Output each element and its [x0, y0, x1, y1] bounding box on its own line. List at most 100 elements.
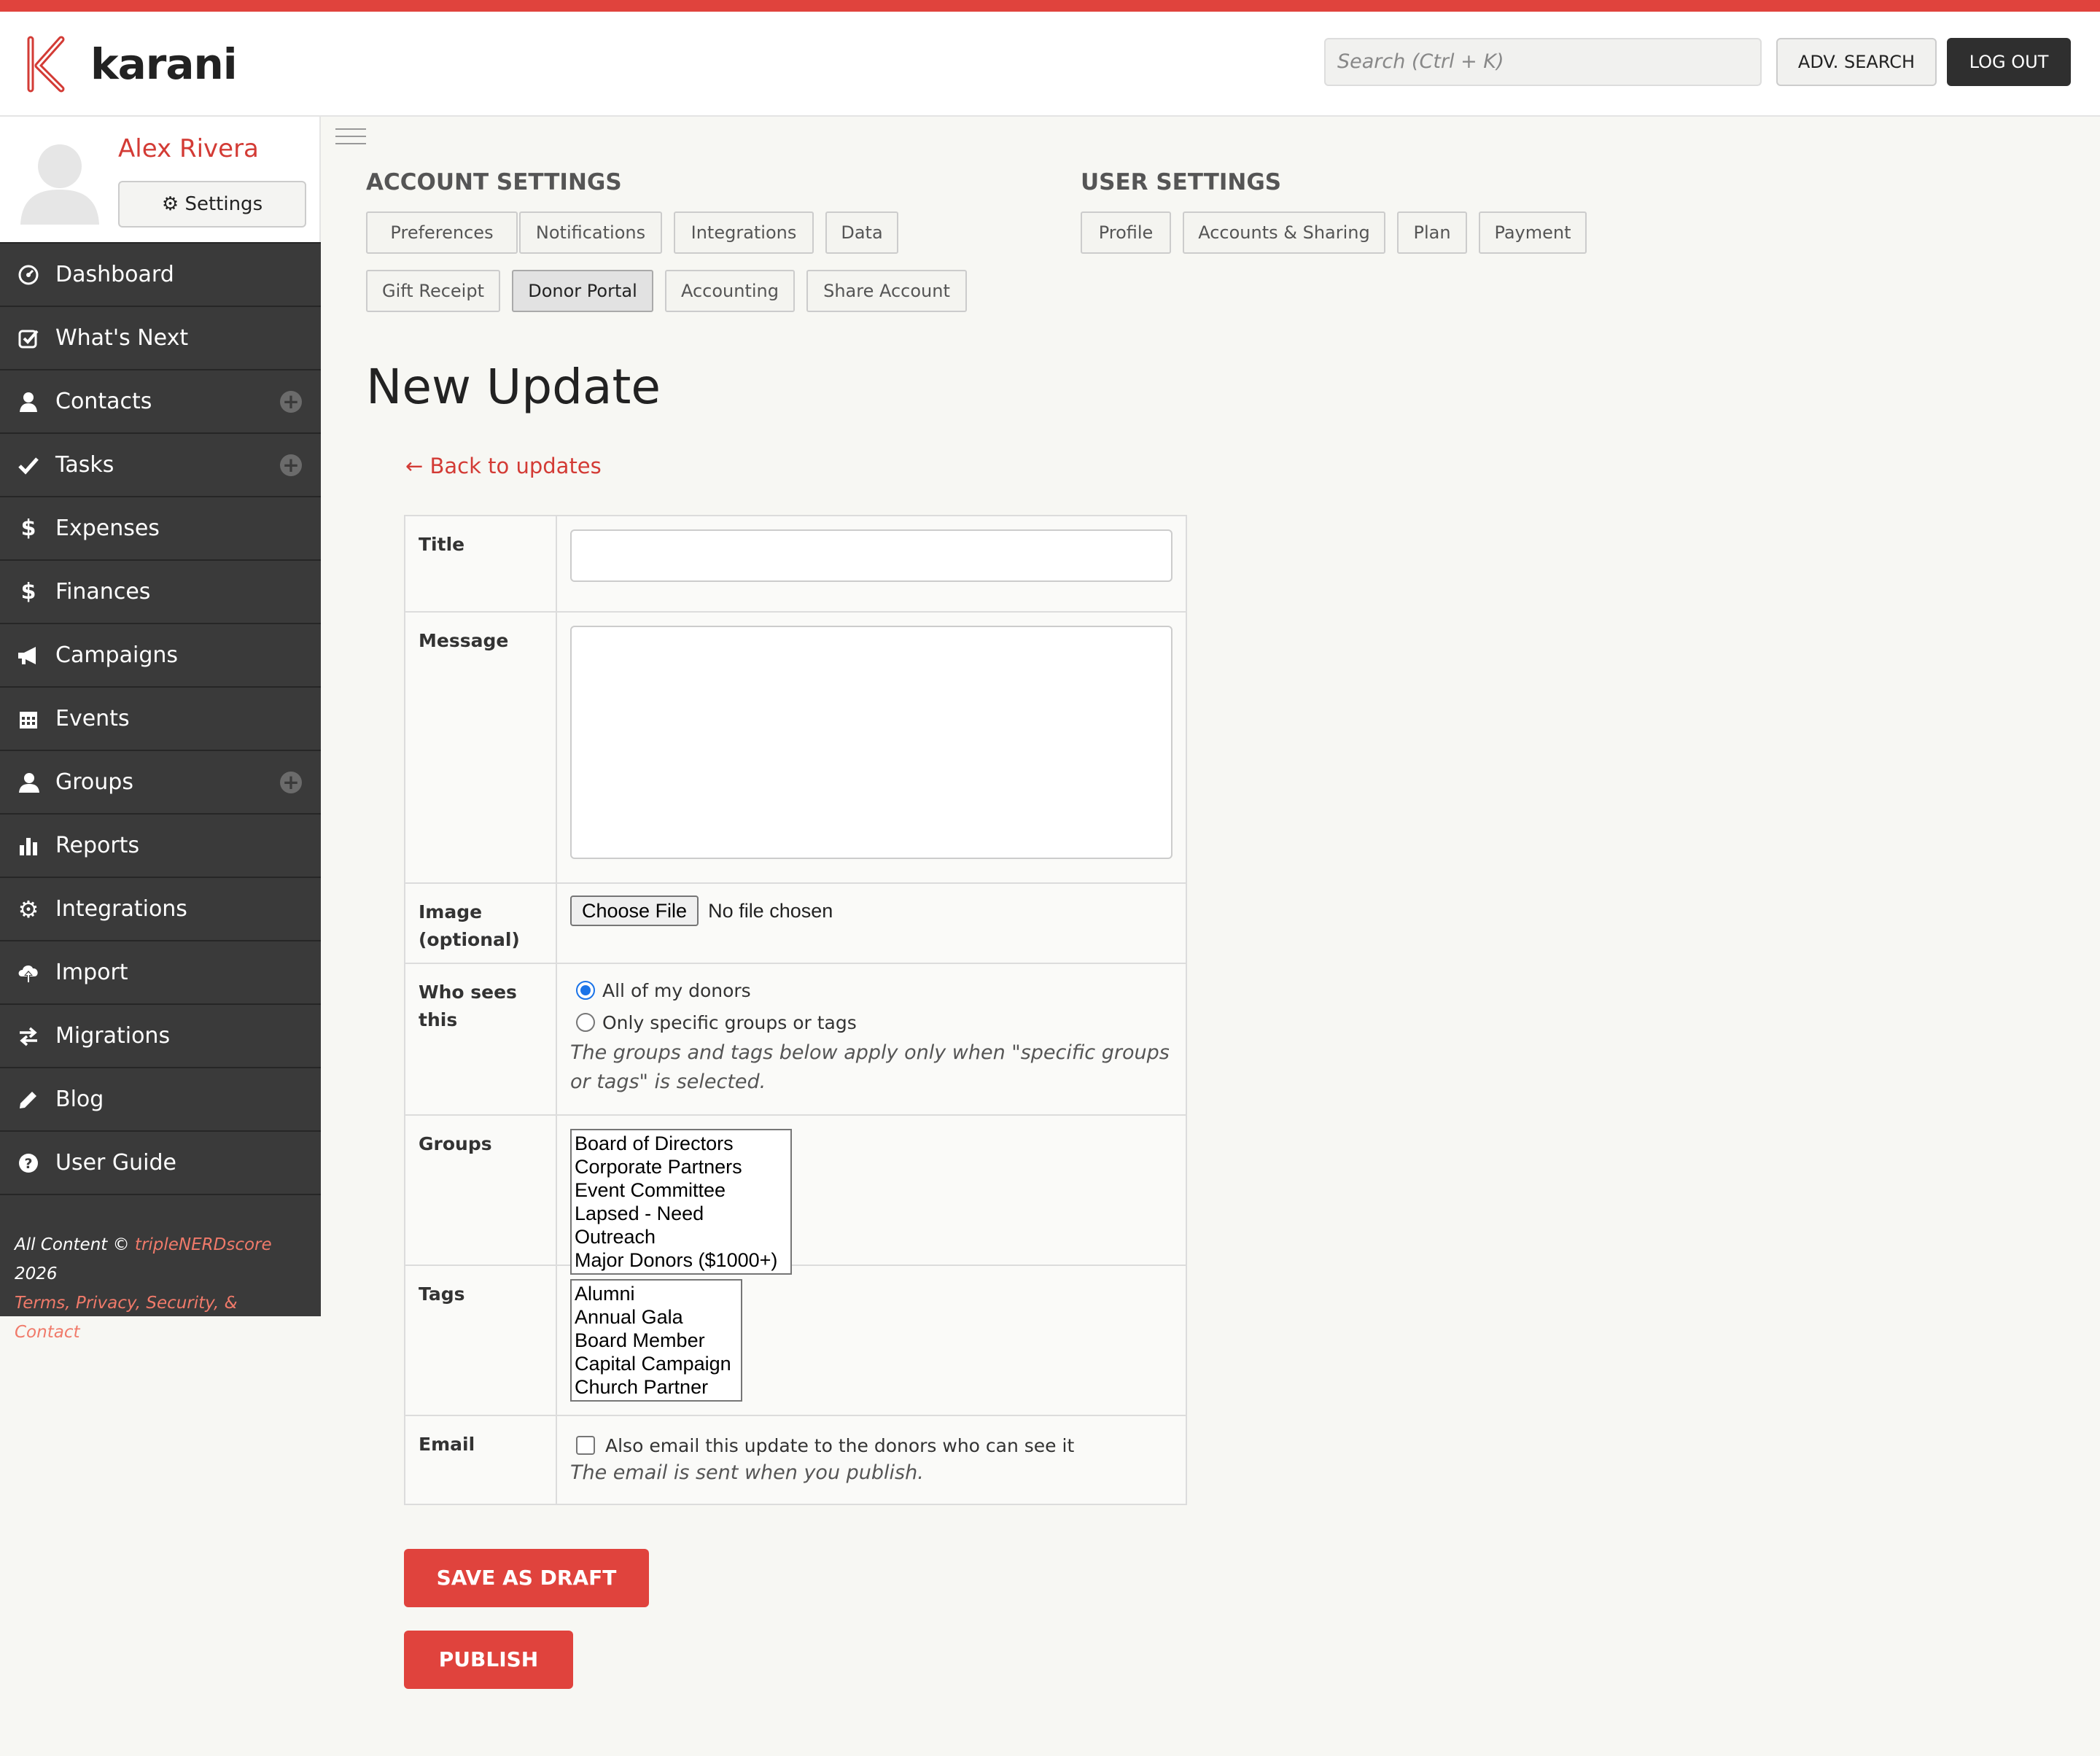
- groups-row: Groups Board of Directors Corporate Part…: [405, 1114, 1186, 1275]
- settings-button[interactable]: ⚙ Settings: [118, 181, 306, 228]
- brand-logo[interactable]: karani: [23, 35, 238, 93]
- footer-links[interactable]: Terms, Privacy, Security, & Contact: [15, 1289, 306, 1347]
- title-input[interactable]: [570, 529, 1172, 582]
- email-checkbox[interactable]: [576, 1436, 595, 1455]
- audience-option-all[interactable]: All of my donors: [570, 974, 1172, 1006]
- tab-accounting[interactable]: Accounting: [665, 270, 795, 312]
- tab-accounts-sharing[interactable]: Accounts & Sharing: [1183, 211, 1385, 254]
- list-item[interactable]: Lapsed - Need Outreach: [575, 1202, 788, 1248]
- nav-item-whats-next[interactable]: What's Next: [0, 306, 321, 369]
- email-label: Email: [405, 1416, 557, 1504]
- audience-row: Who sees this All of my donors Only spec…: [405, 963, 1186, 1114]
- list-item[interactable]: Capital Campaign: [575, 1352, 738, 1375]
- advanced-search-button[interactable]: ADV. SEARCH: [1776, 38, 1937, 86]
- nav-item-migrations[interactable]: Migrations: [0, 1003, 321, 1067]
- sidebar-toggle-icon[interactable]: [335, 128, 366, 150]
- brand-name: karani: [90, 39, 238, 89]
- nav-item-dashboard[interactable]: Dashboard: [0, 242, 321, 306]
- list-item[interactable]: Board of Directors: [575, 1132, 788, 1155]
- nav-label: Reports: [55, 833, 140, 858]
- back-to-updates-link[interactable]: ← Back to updates: [405, 454, 602, 478]
- add-task-icon[interactable]: +: [280, 454, 302, 476]
- option-label: All of my donors: [602, 979, 751, 1001]
- list-item[interactable]: Alumni: [575, 1282, 738, 1305]
- user-name[interactable]: Alex Rivera: [118, 134, 259, 163]
- nav-item-events[interactable]: Events: [0, 686, 321, 750]
- tab-plan[interactable]: Plan: [1397, 211, 1467, 254]
- list-item[interactable]: Board Member: [575, 1329, 738, 1352]
- tab-payment[interactable]: Payment: [1479, 211, 1587, 254]
- publish-button[interactable]: PUBLISH: [404, 1631, 573, 1689]
- tags-listbox[interactable]: Alumni Annual Gala Board Member Capital …: [570, 1279, 742, 1402]
- search-input[interactable]: Search (Ctrl + K): [1324, 38, 1762, 86]
- user-settings-title: USER SETTINGS: [1081, 169, 1282, 195]
- tab-preferences[interactable]: Preferences: [366, 211, 518, 254]
- audience-label: Who sees this: [405, 964, 557, 1114]
- nav-label: User Guide: [55, 1150, 177, 1176]
- radio-specific-groups[interactable]: [576, 1013, 595, 1032]
- list-item[interactable]: Event Committee: [575, 1178, 788, 1202]
- email-option[interactable]: Also email this update to the donors who…: [570, 1432, 1172, 1458]
- list-item[interactable]: Annual Gala: [575, 1305, 738, 1329]
- list-item[interactable]: Church Partner: [575, 1375, 738, 1399]
- add-contact-icon[interactable]: +: [280, 391, 302, 413]
- gear-icon: ⚙: [18, 895, 39, 923]
- email-checkbox-label: Also email this update to the donors who…: [605, 1434, 1075, 1456]
- page-title: New Update: [366, 359, 661, 415]
- list-item[interactable]: Corporate Partners: [575, 1155, 788, 1178]
- group-icon: [16, 770, 41, 795]
- nav-label: Migrations: [55, 1023, 171, 1049]
- nav-item-import[interactable]: Import: [0, 940, 321, 1003]
- nav-label: Finances: [55, 579, 151, 605]
- top-accent-bar: [0, 0, 2100, 12]
- nav-item-reports[interactable]: Reports: [0, 813, 321, 877]
- audience-option-specific[interactable]: Only specific groups or tags: [570, 1006, 1172, 1038]
- groups-listbox[interactable]: Board of Directors Corporate Partners Ev…: [570, 1129, 792, 1275]
- nav-item-blog[interactable]: Blog: [0, 1067, 321, 1130]
- choose-file-button[interactable]: Choose File: [570, 896, 699, 926]
- avatar[interactable]: [15, 134, 102, 225]
- radio-all-donors[interactable]: [576, 981, 595, 1000]
- title-label: Title: [405, 516, 557, 611]
- nav-item-expenses[interactable]: $ Expenses: [0, 496, 321, 559]
- logout-button[interactable]: LOG OUT: [1947, 38, 2071, 86]
- tab-donor-portal[interactable]: Donor Portal: [512, 270, 653, 312]
- question-icon: ?: [16, 1151, 41, 1176]
- dashboard-icon: [16, 263, 41, 287]
- tab-notifications[interactable]: Notifications: [519, 211, 662, 254]
- save-as-draft-button[interactable]: SAVE AS DRAFT: [404, 1549, 649, 1607]
- nav-label: What's Next: [55, 325, 189, 351]
- company-link[interactable]: tripleNERDscore: [135, 1235, 272, 1254]
- copyright-year: 2026: [15, 1264, 58, 1283]
- tab-data[interactable]: Data: [825, 211, 898, 254]
- nav-item-groups[interactable]: Groups +: [0, 750, 321, 813]
- account-settings-title: ACCOUNT SETTINGS: [366, 169, 622, 195]
- nav-label: Campaigns: [55, 642, 179, 668]
- add-group-icon[interactable]: +: [280, 772, 302, 793]
- tab-gift-receipt[interactable]: Gift Receipt: [366, 270, 500, 312]
- file-status: No file chosen: [708, 900, 833, 922]
- nav-label: Import: [55, 960, 128, 985]
- nav-item-tasks[interactable]: Tasks +: [0, 432, 321, 496]
- calendar-icon: [16, 707, 41, 731]
- nav-label: Dashboard: [55, 262, 174, 287]
- person-icon: [16, 389, 41, 414]
- nav-item-contacts[interactable]: Contacts +: [0, 369, 321, 432]
- svg-text:?: ?: [24, 1156, 32, 1172]
- option-label: Only specific groups or tags: [602, 1011, 857, 1033]
- tab-profile[interactable]: Profile: [1081, 211, 1171, 254]
- nav-item-campaigns[interactable]: Campaigns: [0, 623, 321, 686]
- nav-item-user-guide[interactable]: ? User Guide: [0, 1130, 321, 1194]
- check-square-icon: [16, 326, 41, 351]
- tab-integrations[interactable]: Integrations: [674, 211, 814, 254]
- email-row: Email Also email this update to the dono…: [405, 1415, 1186, 1504]
- nav-item-finances[interactable]: $ Finances: [0, 559, 321, 623]
- dollar-icon: $: [20, 579, 36, 605]
- sidebar-footer: All Content © tripleNERDscore 2026 Terms…: [0, 1194, 321, 1342]
- message-textarea[interactable]: [570, 626, 1172, 859]
- nav-label: Groups: [55, 769, 133, 795]
- nav-item-integrations[interactable]: ⚙ Integrations: [0, 877, 321, 940]
- cloud-upload-icon: [16, 960, 41, 985]
- tab-share-account[interactable]: Share Account: [806, 270, 967, 312]
- profile-card: Alex Rivera ⚙ Settings: [0, 117, 321, 242]
